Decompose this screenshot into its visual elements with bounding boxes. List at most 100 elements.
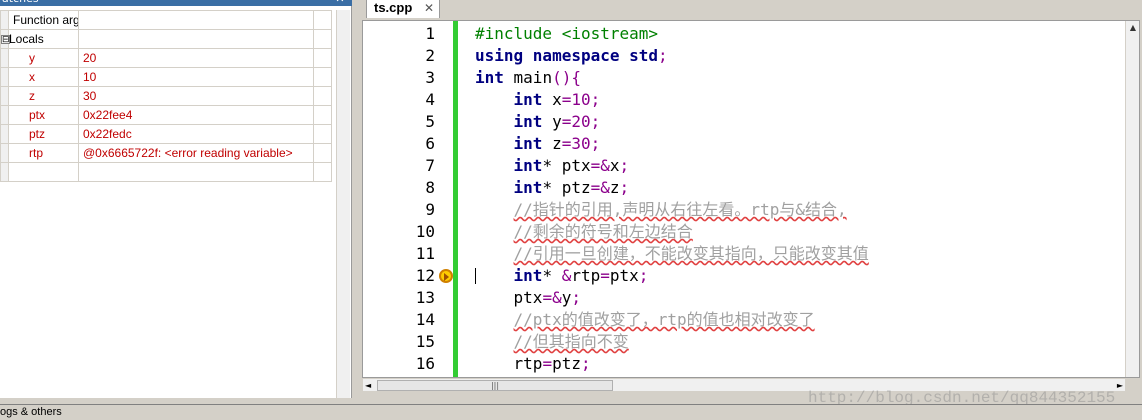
code-line[interactable]: 16 rtp=ptz; bbox=[363, 353, 1133, 375]
watch-row[interactable]: ⊟ Locals bbox=[0, 29, 332, 49]
code-token: int bbox=[475, 68, 504, 87]
watch-value bbox=[78, 162, 314, 182]
code-text: #include <iostream> bbox=[475, 23, 658, 45]
code-token: ; bbox=[638, 266, 649, 285]
code-line[interactable]: 7 int* ptx=&x; bbox=[363, 155, 1133, 177]
watch-type bbox=[313, 29, 332, 49]
line-number: 16 bbox=[415, 354, 435, 373]
code-token: ; bbox=[580, 354, 591, 373]
watch-type bbox=[313, 105, 332, 125]
code-token: ; bbox=[619, 178, 630, 197]
watch-name-text: ptx bbox=[29, 108, 46, 122]
code-token: int bbox=[513, 266, 543, 285]
code-line[interactable]: 1 #include <iostream> bbox=[363, 23, 1133, 45]
code-text: int* ptz=&z; bbox=[475, 177, 630, 199]
code-line[interactable]: 10 //剩余的符号和左边结合 bbox=[363, 221, 1133, 243]
line-number: 2 bbox=[425, 46, 435, 65]
code-text: rtp=ptz; bbox=[475, 353, 591, 375]
row-gutter bbox=[0, 105, 9, 125]
watches-scrollbar[interactable] bbox=[336, 10, 350, 398]
code-text: int x=10; bbox=[475, 89, 601, 111]
close-icon[interactable]: ✕ bbox=[333, 0, 347, 6]
code-line[interactable]: 13 ptx=&y; bbox=[363, 287, 1133, 309]
code-token: int bbox=[513, 90, 543, 109]
code-line[interactable]: 14 //ptx的值改变了，rtp的值也相对改变了 bbox=[363, 309, 1133, 331]
code-token: 20 bbox=[571, 112, 591, 131]
watch-row[interactable]: ptx 0x22fee4 bbox=[0, 105, 332, 125]
watch-type bbox=[313, 124, 332, 144]
tab-close-icon[interactable]: ✕ bbox=[424, 0, 434, 17]
scroll-left-icon[interactable]: ◄ bbox=[365, 379, 371, 392]
code-token: =& bbox=[590, 178, 610, 197]
code-token: ; bbox=[658, 46, 668, 65]
watch-name: ptx bbox=[8, 105, 79, 125]
code-line[interactable]: 11 //引用一旦创建，不能改变其指向，只能改变其值 bbox=[363, 243, 1133, 265]
code-token: = bbox=[561, 90, 572, 109]
code-token: = bbox=[600, 266, 610, 285]
scroll-thumb[interactable]: ||| bbox=[377, 380, 613, 391]
scroll-right-icon[interactable]: ► bbox=[1117, 379, 1123, 392]
code-token: ; bbox=[619, 156, 630, 175]
code-text: //ptx的值改变了，rtp的值也相对改变了 bbox=[475, 309, 815, 331]
watch-name: Function arg bbox=[8, 10, 79, 30]
watch-name-text: z bbox=[29, 89, 35, 103]
code-line[interactable]: 3 int main(){ bbox=[363, 67, 1133, 89]
watch-name: y bbox=[8, 48, 79, 68]
code-line[interactable]: 6 int z=30; bbox=[363, 133, 1133, 155]
code-text: //但其指向不变 bbox=[475, 331, 629, 353]
watch-name: z bbox=[8, 86, 79, 106]
line-number: 5 bbox=[425, 112, 435, 131]
watch-name-text: ptz bbox=[29, 127, 46, 141]
watch-row[interactable]: x 10 bbox=[0, 67, 332, 87]
line-number: 10 bbox=[415, 222, 435, 241]
code-token: z bbox=[609, 178, 620, 197]
line-number: 4 bbox=[425, 90, 435, 109]
code-token: x bbox=[609, 156, 620, 175]
watch-value bbox=[78, 10, 314, 30]
code-line[interactable]: 15 //但其指向不变 bbox=[363, 331, 1133, 353]
watch-row[interactable]: z 30 bbox=[0, 86, 332, 106]
watches-panel: atches ✕ Function arg⊟Localsy20x10z30ptx… bbox=[0, 0, 352, 398]
code-token: =& bbox=[542, 288, 562, 307]
row-gutter: ⊟ bbox=[0, 29, 10, 49]
code-line[interactable]: 8 int* ptz=&z; bbox=[363, 177, 1133, 199]
line-number: 1 bbox=[425, 24, 435, 43]
code-token: 10 bbox=[571, 90, 591, 109]
breakpoint-arrow-icon[interactable] bbox=[439, 269, 453, 283]
vertical-scrollbar[interactable]: ▲ bbox=[1125, 21, 1139, 377]
watch-type bbox=[313, 143, 332, 163]
code-token: ; bbox=[590, 134, 601, 153]
code-line[interactable]: 5 int y=20; bbox=[363, 111, 1133, 133]
watch-value bbox=[78, 29, 314, 49]
watch-row[interactable]: ptz 0x22fedc bbox=[0, 124, 332, 144]
code-line[interactable]: 4 int x=10; bbox=[363, 89, 1133, 111]
watch-row[interactable] bbox=[0, 162, 332, 182]
scroll-up-icon[interactable]: ▲ bbox=[1126, 21, 1139, 35]
line-number: 15 bbox=[415, 332, 435, 351]
code-line[interactable]: 2 using namespace std; bbox=[363, 45, 1133, 67]
code-line[interactable]: 9 //指针的引用,声明从右往左看。rtp与&结合, bbox=[363, 199, 1133, 221]
code-text: int* ptx=&x; bbox=[475, 155, 630, 177]
code-text: int main(){ bbox=[475, 67, 581, 89]
watch-row[interactable]: rtp @0x6665722f: <error reading variable> bbox=[0, 143, 332, 163]
line-number: 6 bbox=[425, 134, 435, 153]
code-token: & bbox=[561, 266, 572, 285]
row-gutter bbox=[0, 67, 9, 87]
tab-ts-cpp[interactable]: ts.cpp ✕ bbox=[366, 0, 440, 18]
logs-others-tab[interactable]: ogs & others bbox=[0, 405, 62, 420]
code-token: = bbox=[561, 112, 572, 131]
watch-name-text: rtp bbox=[29, 146, 44, 160]
watch-type bbox=[313, 10, 332, 30]
watch-row[interactable]: Function arg bbox=[0, 10, 332, 30]
code-token: int bbox=[513, 112, 543, 131]
bottom-panel-bar: ogs & others bbox=[0, 404, 1142, 420]
code-line[interactable]: 12 int* &rtp=ptx; bbox=[363, 265, 1133, 287]
watch-row[interactable]: y 20 bbox=[0, 48, 332, 68]
code-area[interactable]: 1 #include <iostream> 2 using namespace std… bbox=[362, 20, 1140, 378]
code-token: //指针的引用,声明从右往左看。rtp与&结合, bbox=[513, 200, 847, 219]
